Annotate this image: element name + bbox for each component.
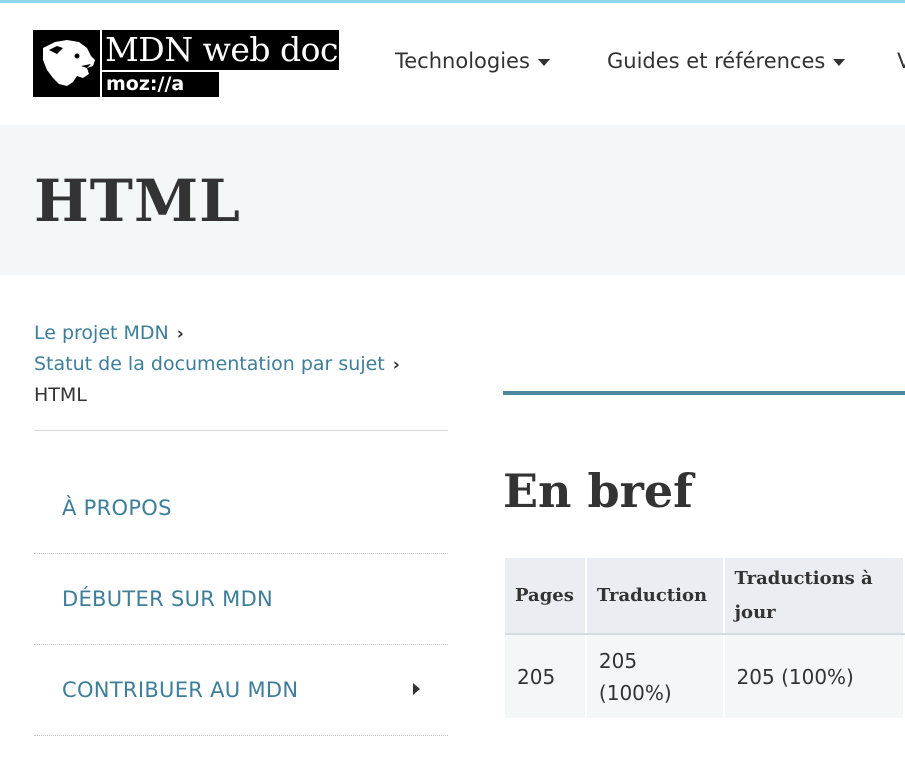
caret-down-icon xyxy=(833,58,846,66)
site-header: MDN web docs moz://a Technologies Guides… xyxy=(0,3,905,125)
nav-technologies[interactable]: Technologies xyxy=(395,49,550,73)
nav-more-label: V xyxy=(897,49,905,73)
stats-table: Pages Traduction Traductions à jour 205 … xyxy=(505,558,905,718)
chevron-right-icon: › xyxy=(176,324,184,344)
sidebar-item-getting-started[interactable]: DÉBUTER SUR MDN xyxy=(34,554,448,645)
table-header-row: Pages Traduction Traductions à jour xyxy=(505,558,905,635)
sidebar-item-contribute[interactable]: CONTRIBUER AU MDN xyxy=(34,645,448,736)
nav-technologies-label: Technologies xyxy=(395,49,530,73)
nav-guides[interactable]: Guides et références xyxy=(607,49,846,73)
nav-more[interactable]: V xyxy=(897,49,905,73)
breadcrumb-link-mdn-project[interactable]: Le projet MDN xyxy=(34,322,169,344)
breadcrumb-link-doc-status[interactable]: Statut de la documentation par sujet xyxy=(34,353,385,375)
chevron-right-icon: › xyxy=(392,355,400,375)
column-header: Traductions à jour xyxy=(723,558,905,635)
divider xyxy=(34,430,448,431)
nav-guides-label: Guides et références xyxy=(607,49,826,73)
sidebar-item-about[interactable]: À PROPOS xyxy=(34,463,448,554)
table-cell: 205 (100%) xyxy=(585,634,725,718)
triangle-right-icon[interactable] xyxy=(413,683,420,695)
sidebar: À PROPOS DÉBUTER SUR MDN CONTRIBUER AU M… xyxy=(34,463,448,736)
sidebar-item-label: DÉBUTER SUR MDN xyxy=(62,587,274,611)
breadcrumb-current: HTML xyxy=(34,384,87,406)
page-title-band: HTML xyxy=(0,125,905,275)
breadcrumb-item: Statut de la documentation par sujet › xyxy=(34,349,448,380)
caret-down-icon xyxy=(537,58,550,66)
page-title: HTML xyxy=(34,167,241,235)
mozilla-lion-icon xyxy=(33,30,100,97)
column-header: Traduction xyxy=(585,558,725,635)
breadcrumb-item: Le projet MDN › xyxy=(34,318,448,349)
table-cell: 205 xyxy=(505,634,587,718)
table-row: 205 205 (100%) 205 (100%) xyxy=(505,634,905,718)
logo-mozilla-wordmark: moz://a xyxy=(102,72,219,97)
column-header: Pages xyxy=(505,558,587,635)
logo-title: MDN web docs xyxy=(102,30,355,70)
mdn-logo[interactable]: MDN web docs moz://a xyxy=(33,30,355,97)
breadcrumb: Le projet MDN › Statut de la documentatio… xyxy=(34,318,448,410)
section-rule xyxy=(503,391,905,395)
sidebar-item-label: CONTRIBUER AU MDN xyxy=(62,678,299,702)
section-title: En bref xyxy=(503,464,693,518)
sidebar-item-label: À PROPOS xyxy=(62,496,172,520)
table-cell: 205 (100%) xyxy=(723,634,905,718)
